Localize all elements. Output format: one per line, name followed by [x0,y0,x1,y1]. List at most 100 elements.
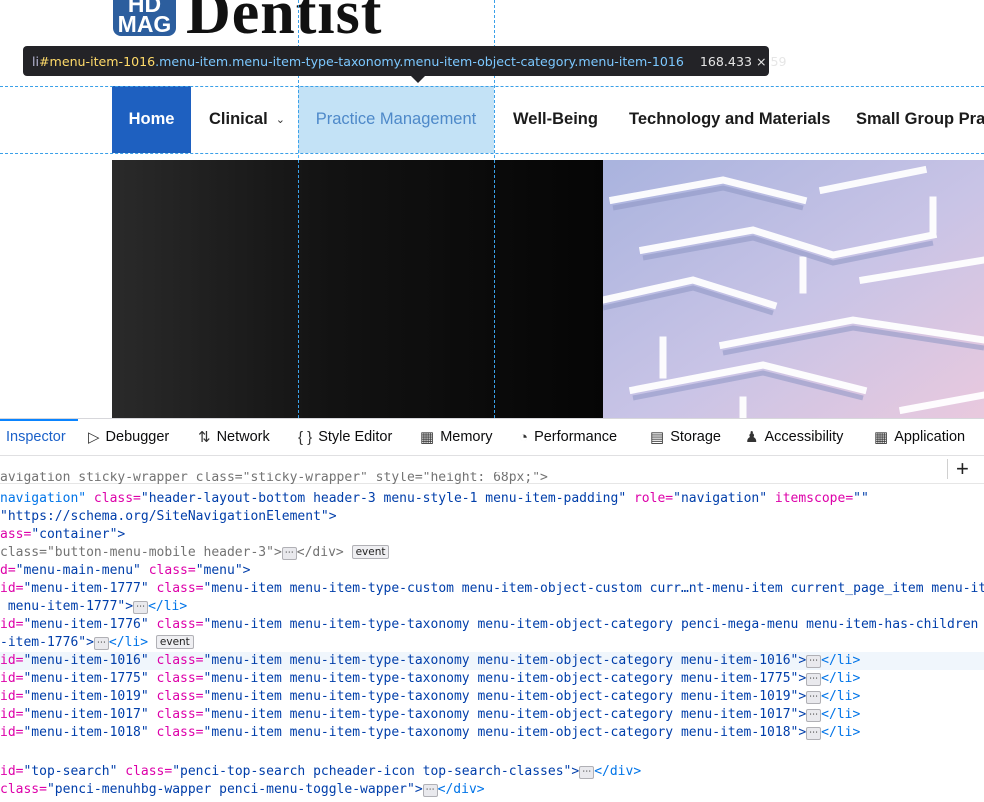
markup-attr: id= [0,764,24,779]
tab-accessibility[interactable]: ♟ Accessibility [745,419,843,455]
markup-attr: class= [148,707,204,722]
site-logo-wordmark[interactable]: Dentist [186,0,382,49]
markup-value: "penci-top-search pcheader-icon top-sear… [172,764,580,779]
collapsed-children-icon[interactable]: ⋯ [133,601,149,614]
markup-attr: id= [0,725,24,740]
markup-attr: class= [148,671,204,686]
markup-attr: class= [148,689,204,704]
tooltip-id: #menu-item-1016 [39,53,156,69]
markup-line[interactable]: menu-item-1777"> ⋯ </li> [0,598,187,616]
tab-style-editor[interactable]: { } Style Editor [298,419,392,455]
collapsed-children-icon[interactable]: ⋯ [806,673,822,686]
markup-attr: itemscope= [767,491,854,506]
markup-line-selected[interactable]: id="menu-item-1016" class="menu-item men… [0,652,984,670]
markup-line[interactable]: id="top-search" class="penci-top-search … [0,763,641,781]
markup-value: "container"> [31,527,126,542]
style-editor-icon: { } [298,428,313,446]
tab-inspector[interactable]: Inspector [0,419,78,455]
markup-close-tag: </li> [148,599,188,614]
chevron-down-icon: ⌄ [275,114,285,126]
event-badge[interactable]: event [351,545,390,559]
tab-performance[interactable]: ◔ Performance [519,419,617,455]
markup-line[interactable]: id="menu-item-1775" class="menu-item men… [0,670,860,688]
markup-attr: class= [140,563,196,578]
collapsed-children-icon[interactable]: ⋯ [806,727,822,740]
nav-item-practice-management[interactable]: Practice Management [298,86,494,153]
tooltip-arrow [410,75,426,83]
markup-attr: class= [117,764,173,779]
nav-item-well-being[interactable]: Well-Being [513,86,598,153]
markup-value: "menu-item-1016" [23,653,149,668]
markup-view: avigation sticky-wrapper class="sticky-w… [0,472,984,802]
markup-value: "https://schema.org/SiteNavigationElemen… [0,509,337,524]
markup-attr: class= [148,581,204,596]
markup-value: "menu-item menu-item-type-taxonomy menu-… [203,689,807,704]
logo-badge-line2: MAG [117,11,172,37]
markup-line[interactable]: id="menu-item-1017" class="menu-item men… [0,706,860,724]
tab-application[interactable]: ▦ Application [874,419,965,455]
markup-line[interactable]: avigation sticky-wrapper class="sticky-w… [0,472,548,487]
nav-item-clinical[interactable]: Clinical ⌄ [209,86,285,153]
markup-attr: class= [86,491,141,506]
markup-value: "navigation" [673,491,768,506]
markup-line[interactable]: id="menu-item-1777" class="menu-item men… [0,580,984,598]
markup-line[interactable]: -item-1776"> ⋯ </li> event [0,634,194,652]
event-badge[interactable]: event [155,635,194,649]
markup-line[interactable]: id="menu-item-1018" class="menu-item men… [0,724,860,742]
tab-application-label: Application [894,429,966,445]
site-logo-badge[interactable]: HD MAG [113,0,176,36]
tab-storage[interactable]: ▤ Storage [650,419,721,455]
nav-item-small-group-practice[interactable]: Small Group Prac [856,86,984,153]
storage-icon: ▤ [650,429,665,446]
collapsed-children-icon[interactable]: ⋯ [806,691,822,704]
main-navigation: Home Clinical ⌄ Practice Management Well… [0,86,984,153]
tab-inspector-label: Inspector [6,429,66,445]
tab-storage-label: Storage [670,429,721,445]
markup-line[interactable]: id="menu-item-1019" class="menu-item men… [0,688,860,706]
accessibility-icon: ♟ [745,429,759,446]
collapsed-children-icon[interactable]: ⋯ [579,766,595,779]
markup-line[interactable]: d="menu-main-menu" class="menu"> [0,562,250,580]
markup-value: "button-menu-mobile header-3"> [46,545,282,560]
performance-icon: ◔ [519,428,529,446]
markup-value: "menu-item menu-item-type-taxonomy menu-… [203,653,807,668]
page-viewport: HD MAG Dentist Home Clinical ⌄ Practice … [0,0,984,418]
tab-style-editor-label: Style Editor [318,429,393,445]
collapsed-children-icon[interactable]: ⋯ [806,709,822,722]
markup-attr: class= [0,545,47,560]
markup-attr: id= [0,671,24,686]
tab-debugger[interactable]: ▷ Debugger [88,419,169,455]
markup-line[interactable]: class="button-menu-mobile header-3"> ⋯ </d… [0,544,390,562]
markup-line[interactable]: class="penci-menuhbg-wapper penci-menu-t… [0,781,485,799]
markup-attr: id= [0,581,24,596]
markup-attr: d= [0,563,16,578]
markup-attr: class= [148,725,204,740]
tab-memory[interactable]: ▦ Memory [420,419,493,455]
nav-item-technology-materials[interactable]: Technology and Materials [629,86,830,153]
markup-value: -item-1776"> [0,635,94,650]
markup-line[interactable]: id="menu-item-1776" class="menu-item men… [0,616,978,634]
debugger-icon: ▷ [88,429,100,446]
tab-performance-label: Performance [534,429,618,445]
collapsed-children-icon[interactable]: ⋯ [806,655,822,668]
maze-illustration [603,160,984,418]
nav-item-home[interactable]: Home [112,86,191,153]
collapsed-children-icon[interactable]: ⋯ [93,637,109,650]
markup-text: navigation" [0,491,87,506]
markup-value: "menu-main-menu" [15,563,141,578]
markup-line[interactable]: navigation" class="header-layout-bottom … [0,490,869,508]
tab-network[interactable]: ⇅ Network [198,419,270,455]
markup-value: menu-item-1777"> [0,599,134,614]
devtools-panel: Inspector ▷ Debugger ⇅ Network { } Style… [0,418,984,801]
hero-image-dark[interactable] [112,160,603,418]
collapsed-children-icon[interactable]: ⋯ [422,784,438,797]
hero-image-maze[interactable] [603,160,984,418]
tab-debugger-label: Debugger [105,429,170,445]
network-icon: ⇅ [198,429,211,446]
markup-close-tag: </li> [821,689,861,704]
markup-line[interactable]: "https://schema.org/SiteNavigationElemen… [0,508,337,526]
inspector-node-tooltip: li #menu-item-1016 .menu-item.menu-item-ty… [23,46,787,83]
collapsed-children-icon[interactable]: ⋯ [281,547,297,560]
markup-value: "header-layout-bottom header-3 menu-styl… [140,491,627,506]
markup-line[interactable]: ass="container"> [0,526,125,544]
